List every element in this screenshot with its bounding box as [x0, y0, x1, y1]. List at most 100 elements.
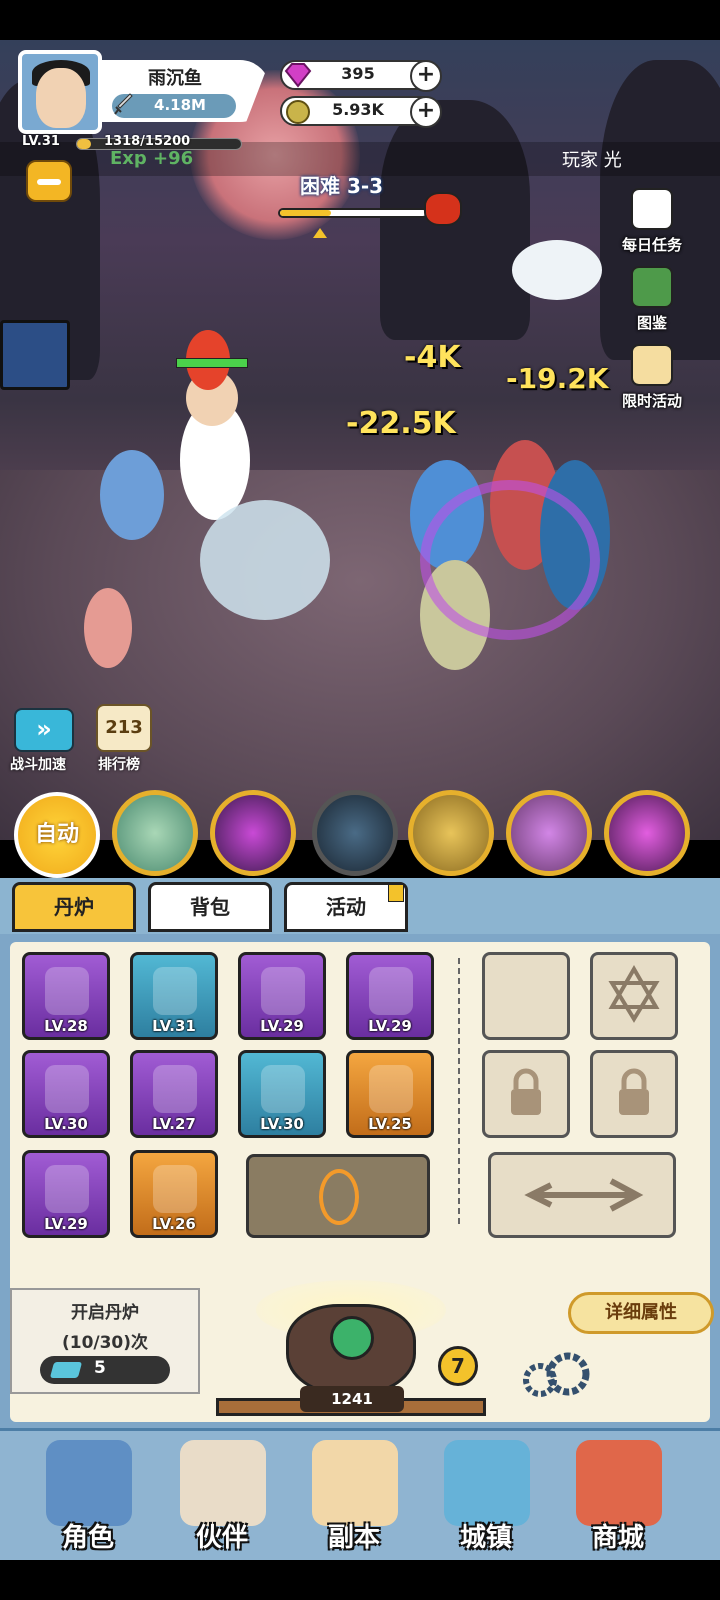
battle-speed-label: 战斗加速: [10, 757, 66, 773]
nav-dungeon[interactable]: 副本: [290, 1432, 418, 1560]
boss-icon: [424, 192, 462, 226]
system-bottom-bar: [0, 1560, 720, 1600]
inventory-slot[interactable]: LV.31: [130, 952, 218, 1040]
locked-slot[interactable]: [590, 1050, 678, 1138]
limited-event-label: 限时活动: [621, 392, 682, 410]
nav-shop-label: 商城: [591, 1523, 644, 1553]
skill-slot-2[interactable]: [210, 790, 296, 876]
broadcast-text: 玩家 光: [562, 150, 622, 171]
lock-icon: [619, 1068, 649, 1115]
item-icon: [153, 967, 197, 1015]
player-name: 雨沉鱼: [148, 68, 202, 89]
battle-speed-button[interactable]: »: [14, 708, 74, 752]
skill-slot-3[interactable]: [312, 790, 398, 876]
town-building-icon: [444, 1440, 530, 1526]
inventory-slot[interactable]: LV.25: [346, 1050, 434, 1138]
shop-building-icon: [576, 1440, 662, 1526]
nav-character[interactable]: 角色: [24, 1432, 152, 1560]
add-gems-button[interactable]: +: [410, 60, 442, 92]
inventory-slot[interactable]: LV.26: [130, 1150, 218, 1238]
equipped-star-slot[interactable]: [590, 952, 678, 1040]
daily-tasks-label: 每日任务: [621, 236, 682, 254]
nav-town-label: 城镇: [459, 1523, 512, 1553]
checklist-icon: [631, 188, 673, 230]
gold-count: 5.93K: [332, 100, 384, 119]
furnace-output-slot[interactable]: [246, 1154, 430, 1238]
item-icon: [45, 1065, 89, 1113]
item-level: LV.27: [152, 1115, 196, 1133]
combat-power-value: 4.18M: [154, 96, 206, 114]
hero-hp-bar: [176, 358, 248, 368]
item-level: LV.26: [152, 1215, 196, 1233]
nav-shop[interactable]: 商城: [554, 1432, 682, 1560]
codex-button[interactable]: 图鉴: [612, 266, 692, 333]
nav-partner[interactable]: 伙伴: [158, 1432, 286, 1560]
ticket-count: 5: [94, 1358, 106, 1378]
inventory-slot[interactable]: LV.30: [22, 1050, 110, 1138]
exp-text: 1318/15200: [104, 134, 191, 149]
menu-icon: [37, 179, 61, 185]
daily-tasks-button[interactable]: 每日任务: [612, 188, 692, 255]
detail-attributes-button[interactable]: 详细属性: [568, 1292, 714, 1334]
auto-battle-button[interactable]: 自动: [14, 792, 100, 878]
inventory-slot[interactable]: LV.29: [238, 952, 326, 1040]
equipped-amulet-slot[interactable]: [482, 952, 570, 1040]
open-furnace-title: 开启丹炉: [71, 1303, 139, 1323]
leaderboard-button[interactable]: 213: [96, 704, 152, 752]
codex-label: 图鉴: [636, 314, 667, 332]
skill-slot-1[interactable]: [112, 790, 198, 876]
exp-bar-fill: [77, 139, 92, 149]
trident-icon: [524, 1178, 644, 1212]
menu-button[interactable]: [26, 160, 72, 202]
settings-gear-icon[interactable]: [518, 1352, 594, 1402]
gold-coin-icon: [286, 100, 310, 124]
item-icon: [153, 1165, 197, 1213]
furnace-level-badge: 7: [438, 1346, 478, 1386]
tab-arrow-icon: [388, 884, 404, 902]
fast-forward-icon: »: [36, 715, 52, 743]
leaderboard-label: 排行榜: [98, 757, 140, 773]
nav-partner-label: 伙伴: [195, 1523, 248, 1553]
hexagram-icon: [608, 965, 660, 1023]
hero-character: [100, 450, 164, 540]
tab-backpack[interactable]: 背包: [148, 882, 272, 932]
panel-divider: [458, 958, 460, 1224]
cauldron-value: 1241: [300, 1386, 404, 1412]
gem-count: 395: [341, 64, 375, 83]
inventory-slot[interactable]: LV.29: [22, 1150, 110, 1238]
pet-character: [200, 500, 330, 620]
damage-number: -4K: [404, 340, 461, 375]
podium-icon: 213: [105, 717, 143, 738]
item-icon: [153, 1065, 197, 1113]
nav-town[interactable]: 城镇: [422, 1432, 550, 1560]
inventory-slot[interactable]: LV.27: [130, 1050, 218, 1138]
stage-title: 困难 3-3: [300, 174, 384, 198]
inventory-slot[interactable]: LV.28: [22, 952, 110, 1040]
item-icon: [369, 1065, 413, 1113]
item-level: LV.29: [260, 1017, 304, 1035]
scroll-map-icon: [312, 1440, 398, 1526]
player-level: LV.31: [22, 134, 60, 149]
item-icon: [261, 967, 305, 1015]
damage-number: -22.5K: [346, 406, 456, 441]
limited-event-button[interactable]: 限时活动: [612, 344, 692, 411]
gem-icon: [284, 63, 312, 88]
locked-slot[interactable]: [482, 1050, 570, 1138]
item-icon: [45, 967, 89, 1015]
inventory-slot[interactable]: LV.29: [346, 952, 434, 1040]
party-popper-icon: [631, 344, 673, 386]
ticket-icon: [49, 1362, 83, 1378]
equipped-weapon-slot[interactable]: [488, 1152, 676, 1238]
purple-slash-effect: [420, 480, 600, 640]
item-level: LV.31: [152, 1017, 196, 1035]
skill-slot-6[interactable]: [604, 790, 690, 876]
hero-character: [84, 588, 132, 668]
player-avatar[interactable]: [18, 50, 102, 134]
tab-furnace[interactable]: 丹炉: [12, 882, 136, 932]
nav-character-label: 角色: [61, 1523, 114, 1553]
portal-card: [0, 320, 70, 390]
inventory-slot[interactable]: LV.30: [238, 1050, 326, 1138]
skill-slot-4[interactable]: [408, 790, 494, 876]
add-gold-button[interactable]: +: [410, 96, 442, 128]
skill-slot-5[interactable]: [506, 790, 592, 876]
